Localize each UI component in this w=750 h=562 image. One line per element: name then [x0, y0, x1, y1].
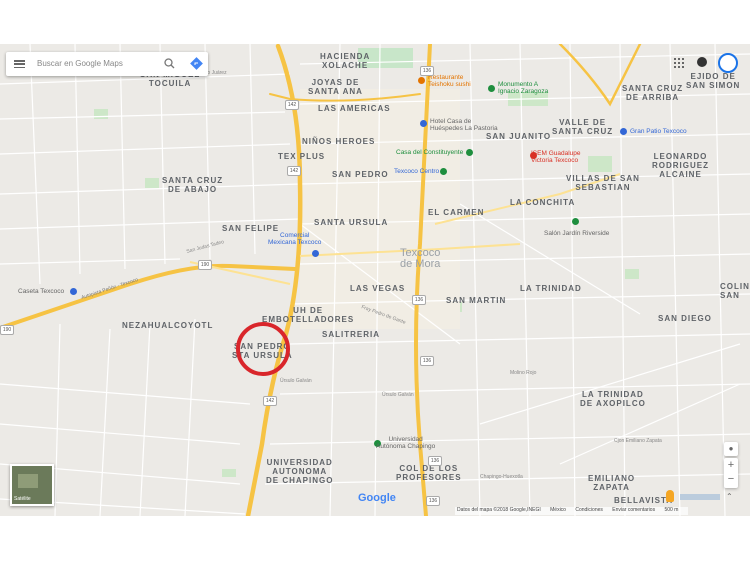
highway-shield: 142: [263, 396, 277, 406]
poi-monumento[interactable]: Monumento A Ignacio Zaragoza: [498, 81, 548, 95]
poi-gran-patio[interactable]: Gran Patio Texcoco: [630, 128, 687, 135]
zoom-out-button[interactable]: −: [724, 473, 738, 488]
mall-pin-icon[interactable]: [620, 128, 627, 135]
pegman-icon[interactable]: [666, 490, 674, 502]
highway-shield: 142: [285, 100, 299, 110]
satellite-toggle-button[interactable]: Satélite: [10, 464, 54, 506]
poi-isem[interactable]: ISEM Guadalupe Victoria Texcoco: [531, 150, 581, 164]
map-data-credit: Datos del mapa ©2018 Google,INEGI: [457, 507, 541, 513]
expand-icon[interactable]: ⌃: [726, 492, 733, 501]
area-label-las-vegas: LAS VEGAS: [350, 284, 406, 293]
area-label-col-profesores: COL DE LOS PROFESORES: [396, 464, 462, 482]
shopping-pin-icon[interactable]: [440, 168, 447, 175]
area-label-hacienda-xolache: HACIENDA XOLACHE: [320, 52, 371, 70]
menu-icon[interactable]: [14, 60, 25, 69]
restaurant-pin-icon[interactable]: [418, 77, 425, 84]
avatar[interactable]: [718, 53, 738, 73]
street-label-ursulo-2: Úrsulo Galván: [382, 392, 414, 398]
poi-restaurante[interactable]: Restaurante Teishoku sushi: [428, 74, 471, 88]
poi-salon-jardin[interactable]: Salón Jardín Riverside: [544, 230, 609, 237]
google-logo: Google: [358, 492, 396, 504]
imagery-thumbnails[interactable]: [680, 494, 720, 500]
apps-grid-icon[interactable]: [674, 58, 684, 68]
area-label-san-pedro: SAN PEDRO: [332, 170, 389, 179]
highway-shield: 136: [426, 496, 440, 506]
search-box: Buscar en Google Maps: [6, 52, 208, 76]
highway-shield: 136: [420, 66, 434, 76]
area-label-universidad-chapingo: UNIVERSIDAD AUTONOMA DE CHAPINGO: [266, 458, 334, 485]
area-label-nezahualcoyotl: NEZAHUALCOYOTL: [122, 321, 214, 330]
country-link[interactable]: México: [550, 507, 566, 513]
store-pin-icon[interactable]: [312, 250, 319, 257]
area-label-colina: COLIN SAN: [720, 282, 750, 300]
area-label-leonardo-rodriguez: LEONARDO RODRIGUEZ ALCAINE: [652, 152, 709, 179]
area-label-ninos-heroes: NIÑOS HEROES: [302, 137, 376, 146]
highway-shield: 190: [0, 325, 14, 335]
area-label-santa-cruz-arriba: SANTA CRUZ DE ARRIBA: [622, 84, 684, 102]
zoom-controls: + −: [724, 458, 738, 488]
street-label-ursulo-1: Úrsulo Galván: [280, 378, 312, 384]
terms-link[interactable]: Condiciones: [575, 507, 603, 513]
area-label-santa-cruz-abajo: SANTA CRUZ DE ABAJO: [162, 176, 224, 194]
my-location-button[interactable]: ●: [724, 442, 738, 456]
directions-icon[interactable]: [190, 57, 203, 70]
area-label-la-conchita: LA CONCHITA: [510, 198, 576, 207]
poi-casa-constituyente[interactable]: Casa del Constituyente: [396, 149, 463, 156]
zoom-in-button[interactable]: +: [724, 458, 738, 473]
street-label-molino: Molino Rojo: [510, 370, 537, 376]
satellite-label: Satélite: [14, 496, 31, 502]
feedback-link[interactable]: Enviar comentarios: [612, 507, 655, 513]
notifications-icon[interactable]: [697, 57, 707, 67]
highway-shield: 142: [287, 166, 301, 176]
hotel-pin-icon[interactable]: [420, 120, 427, 127]
poi-universidad[interactable]: Universidad Autónoma Chapingo: [376, 436, 435, 450]
street-label-emiliano: Cjon Emiliano Zapata: [614, 438, 662, 444]
highway-shield: 136: [428, 456, 442, 466]
search-icon[interactable]: [164, 58, 175, 69]
poi-texcoco-centro[interactable]: Texcoco Centro: [394, 168, 439, 175]
area-label-el-carmen: EL CARMEN: [428, 208, 485, 217]
highway-shield: 190: [198, 260, 212, 270]
highlight-circle-marker: [236, 322, 290, 376]
map-footer: Datos del mapa ©2018 Google,INEGI México…: [455, 507, 689, 515]
area-label-la-trinidad: LA TRINIDAD: [520, 284, 582, 293]
area-label-las-americas: LAS AMERICAS: [318, 104, 391, 113]
area-label-san-diego: SAN DIEGO: [658, 314, 712, 323]
city-label-texcoco: Texcoco de Mora: [400, 247, 441, 270]
area-label-villas-san-sebastian: VILLAS DE SAN SEBASTIAN: [566, 174, 640, 192]
highway-shield: 136: [420, 356, 434, 366]
area-label-salitreria: SALITRERIA: [322, 330, 380, 339]
venue-pin-icon[interactable]: [572, 218, 579, 225]
poi-caseta[interactable]: Caseta Texcoco: [18, 288, 64, 295]
highway-shield: 136: [412, 295, 426, 305]
area-label-emiliano-zapata: EMILIANO ZAPATA: [588, 474, 636, 492]
area-label-valle-santa-cruz: VALLE DE SANTA CRUZ: [552, 118, 614, 136]
area-label-tex-plus: TEX PLUS: [278, 152, 326, 161]
tollbooth-pin-icon[interactable]: [70, 288, 77, 295]
poi-comercial-mexicana[interactable]: Comercial Mexicana Texcoco: [268, 232, 321, 246]
satellite-thumbnail: [18, 474, 38, 488]
monument-pin-icon[interactable]: [488, 85, 495, 92]
street-label-chapingo: Chapingo-Huexotla: [480, 474, 523, 480]
poi-hotel[interactable]: Hotel Casa de Huéspedes La Pastoria: [430, 118, 498, 132]
museum-pin-icon[interactable]: [466, 149, 473, 156]
area-label-santa-ursula: SANTA URSULA: [314, 218, 389, 227]
area-label-san-juanito: SAN JUANITO: [486, 132, 552, 141]
scale-label: 500 m: [664, 507, 679, 513]
map-canvas[interactable]: HACIENDA XOLACHE SAN MIGUEL TOCUILA JOYA…: [0, 44, 750, 516]
area-label-trinidad-axopilco: LA TRINIDAD DE AXOPILCO: [580, 390, 646, 408]
area-label-bellavista: BELLAVISTA: [614, 496, 674, 505]
search-input[interactable]: Buscar en Google Maps: [37, 59, 123, 68]
area-label-san-martin: SAN MARTIN: [446, 296, 507, 305]
area-label-ejido-san-simon: EJIDO DE SAN SIMON: [686, 72, 741, 90]
area-label-joyas-santa-ana: JOYAS DE SANTA ANA: [308, 78, 363, 96]
